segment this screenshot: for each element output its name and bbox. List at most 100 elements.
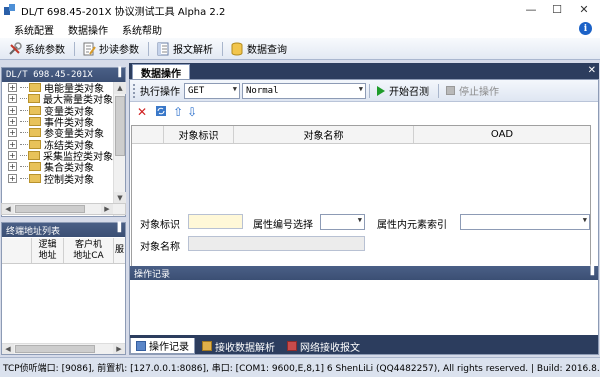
menu-bar: 系统配置 数据操作 系统帮助 i xyxy=(0,20,600,38)
system-params-button[interactable]: 系统参数 xyxy=(4,40,69,58)
terminal-horizontal-scrollbar[interactable]: ◀ ▶ xyxy=(2,343,125,354)
data-operation-panel: 执行操作 GET ▼ Normal ▼ 开始召测 停止操作 ✕ ⇧ ⇩ 对象标识… xyxy=(129,79,599,355)
stop-operation-label: 停止操作 xyxy=(459,87,499,98)
network-icon xyxy=(287,341,297,351)
terminal-pane-title: 终端地址列表 xyxy=(6,226,61,237)
delete-icon[interactable]: ✕ xyxy=(137,105,147,119)
app-icon xyxy=(3,3,17,17)
start-read-button[interactable]: 开始召测 xyxy=(373,82,433,100)
minimize-button[interactable]: — xyxy=(518,1,544,18)
expand-icon[interactable]: + xyxy=(8,83,17,93)
object-id-input[interactable] xyxy=(188,214,243,229)
parse-icon xyxy=(202,341,212,351)
chevron-down-icon: ▼ xyxy=(232,84,237,93)
info-icon[interactable]: i xyxy=(579,22,592,35)
tree-item[interactable]: + 控制类对象 xyxy=(2,172,113,186)
pin-icon[interactable]: ▐ xyxy=(116,68,121,78)
pin-icon[interactable]: ▐ xyxy=(114,223,121,233)
expand-icon[interactable]: + xyxy=(8,128,17,138)
meter-params-button[interactable]: 抄读参数 xyxy=(78,40,143,58)
status-bar: TCP侦听端口: [9086], 前置机: [127.0.0.1:8086], … xyxy=(0,357,600,377)
refresh-icon[interactable] xyxy=(155,105,167,120)
expand-icon[interactable]: + xyxy=(8,162,17,172)
folder-icon xyxy=(29,105,41,115)
folder-icon xyxy=(29,128,41,138)
request-type-select[interactable]: Normal ▼ xyxy=(242,82,366,99)
scroll-thumb[interactable] xyxy=(15,345,95,353)
attr-number-select[interactable]: ▼ xyxy=(320,214,365,230)
column-logical-address[interactable]: 逻辑 地址 xyxy=(32,238,64,263)
move-up-icon[interactable]: ⇧ xyxy=(173,105,183,119)
expand-icon[interactable]: + xyxy=(8,173,17,183)
tab-network-received-messages-label: 网络接收报文 xyxy=(300,342,360,354)
operation-log-title: 操作记录 xyxy=(134,269,171,280)
meter-params-label: 抄读参数 xyxy=(99,45,139,56)
system-params-label: 系统参数 xyxy=(25,45,65,56)
column-client-address[interactable]: 客户机 地址CA xyxy=(64,238,114,263)
operation-log-content[interactable] xyxy=(130,280,598,336)
menu-system-config[interactable]: 系统配置 xyxy=(7,22,61,37)
scroll-thumb[interactable] xyxy=(115,96,125,156)
toolbar-separator xyxy=(369,83,370,98)
scroll-right-icon[interactable]: ▶ xyxy=(113,344,125,354)
close-tab-icon[interactable]: ✕ xyxy=(588,65,596,76)
tree-horizontal-scrollbar[interactable]: ◀ ▶ xyxy=(1,203,126,215)
tree-vertical-scrollbar[interactable]: ▲ ▼ xyxy=(113,82,126,216)
folder-icon xyxy=(29,139,41,149)
tab-data-operation[interactable]: 数据操作 xyxy=(132,64,190,80)
folder-icon xyxy=(28,94,40,104)
scroll-right-icon[interactable]: ▶ xyxy=(101,204,113,214)
start-read-label: 开始召测 xyxy=(389,87,429,98)
tab-network-received-messages[interactable]: 网络接收报文 xyxy=(282,338,365,354)
wrench-icon xyxy=(8,41,22,56)
column-object-id[interactable]: 对象标识 xyxy=(164,126,234,143)
window-title: DL/T 698.45-201X 协议测试工具 Alpha 2.2 xyxy=(21,6,226,18)
tab-operation-log-label: 操作记录 xyxy=(149,342,189,353)
scroll-up-icon[interactable]: ▲ xyxy=(114,82,126,94)
menu-data-operation[interactable]: 数据操作 xyxy=(61,22,115,37)
tree-item-label: 控制类对象 xyxy=(44,174,94,186)
grid-action-bar: ✕ ⇧ ⇩ xyxy=(130,104,598,120)
play-icon xyxy=(377,85,385,96)
tab-received-data-parse[interactable]: 接收数据解析 xyxy=(197,338,280,354)
operation-mode-value: GET xyxy=(188,85,205,96)
operation-mode-select[interactable]: GET ▼ xyxy=(184,82,240,99)
element-index-select[interactable]: ▼ xyxy=(460,214,590,230)
scroll-thumb[interactable] xyxy=(15,205,85,213)
element-index-label: 属性内元素索引 xyxy=(377,220,447,231)
log-icon xyxy=(136,340,146,351)
menu-system-help[interactable]: 系统帮助 xyxy=(115,22,169,37)
row-header-cell xyxy=(132,126,164,143)
message-parse-button[interactable]: 报文解析 xyxy=(152,40,217,58)
expand-icon[interactable]: + xyxy=(8,94,17,104)
terminal-address-pane: 终端地址列表 ▐ 逻辑 地址 客户机 地址CA 服 ◀ ▶ xyxy=(1,222,126,355)
data-query-button[interactable]: 数据查询 xyxy=(226,40,291,58)
close-button[interactable]: ✕ xyxy=(571,1,597,18)
expand-icon[interactable]: + xyxy=(8,117,17,127)
object-name-input[interactable] xyxy=(188,236,365,251)
stop-operation-button[interactable]: 停止操作 xyxy=(442,82,503,100)
folder-icon xyxy=(29,83,41,93)
scroll-left-icon[interactable]: ◀ xyxy=(2,204,14,214)
object-grid-header: 对象标识 对象名称 OAD xyxy=(132,126,590,144)
tree-pane-header: DL/T 698.45-201X ▐ xyxy=(2,68,125,82)
tab-operation-log[interactable]: 操作记录 xyxy=(130,338,195,354)
column-server[interactable]: 服 xyxy=(114,238,125,263)
folder-icon xyxy=(29,162,41,172)
move-down-icon[interactable]: ⇩ xyxy=(187,105,197,119)
toolbar-separator xyxy=(438,83,439,98)
object-detail-form: 对象标识 属性编号选择 ▼ 属性内元素索引 ▼ 对象名称 xyxy=(130,205,598,265)
toolbar-separator xyxy=(222,41,223,56)
scroll-left-icon[interactable]: ◀ xyxy=(2,344,14,354)
expand-icon[interactable]: + xyxy=(8,139,17,149)
column-oad[interactable]: OAD xyxy=(414,126,590,143)
tree-pane-title: DL/T 698.45-201X xyxy=(6,70,93,80)
database-icon xyxy=(230,42,244,56)
expand-icon[interactable]: + xyxy=(8,150,17,160)
toolbar: 系统参数 抄读参数 报文解析 数据查询 xyxy=(0,38,600,60)
pin-icon[interactable]: ▐ xyxy=(587,266,594,276)
row-header-cell xyxy=(2,238,32,263)
maximize-button[interactable]: ☐ xyxy=(544,1,570,18)
expand-icon[interactable]: + xyxy=(8,105,17,115)
column-object-name[interactable]: 对象名称 xyxy=(234,126,414,143)
